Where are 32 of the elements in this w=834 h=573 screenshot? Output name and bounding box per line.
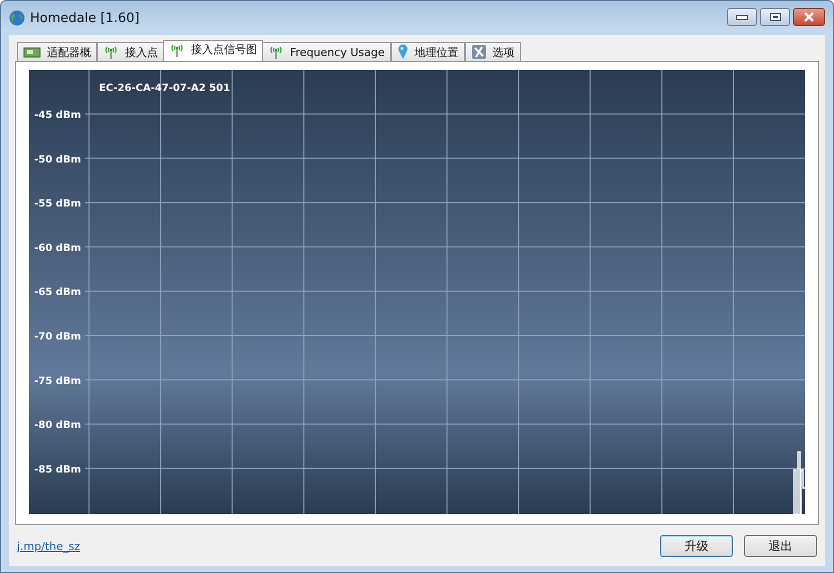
dialog-button[interactable]: 退出 [744, 535, 817, 557]
axis-label: -50 dBm [34, 154, 81, 166]
network-card-icon [23, 46, 41, 58]
maximize-button[interactable] [760, 8, 790, 26]
map-pin-icon [396, 44, 409, 60]
axis-label: -45 dBm [34, 110, 81, 121]
tab[interactable]: 适配器概 [17, 42, 97, 61]
tab[interactable]: 接入点信号图 [163, 40, 263, 61]
close-icon [803, 12, 815, 22]
antenna-icon [268, 44, 284, 60]
axis-label: -55 dBm [34, 198, 81, 210]
globe-icon [9, 10, 25, 26]
tab[interactable]: 地理位置 [390, 42, 465, 61]
options-icon [470, 44, 487, 60]
axis-label: -85 dBm [34, 464, 81, 476]
antenna-icon [169, 42, 185, 58]
tab[interactable]: 接入点 [97, 42, 164, 61]
minimize-button[interactable] [727, 8, 757, 26]
dialog-button[interactable]: 升级 [660, 535, 733, 557]
axis-label: -70 dBm [34, 332, 81, 342]
network-label: EC-26-CA-47-07-A2 501 [99, 83, 230, 94]
antenna-icon [103, 44, 119, 60]
signal-trace [793, 451, 805, 514]
axis-label: -60 dBm [34, 242, 81, 254]
tab[interactable]: 选项 [464, 42, 521, 61]
website-link[interactable]: j.mp/the_sz [17, 540, 80, 552]
axis-label: -80 dBm [34, 420, 81, 432]
axis-label: -65 dBm [34, 287, 81, 298]
axis-label: -75 dBm [34, 376, 81, 387]
window-title: Homedale [1.60] [30, 10, 140, 26]
tab[interactable]: Frequency Usage [262, 42, 391, 61]
close-button[interactable] [793, 8, 825, 26]
